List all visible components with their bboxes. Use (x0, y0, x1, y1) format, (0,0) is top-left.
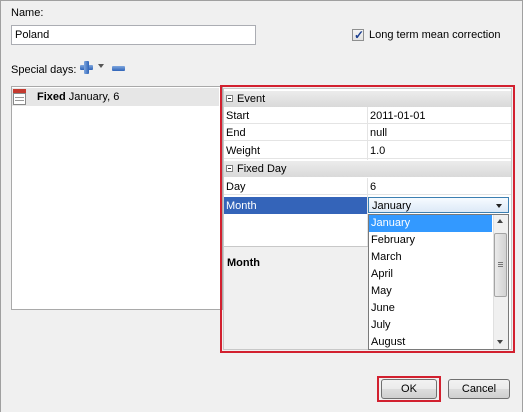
list-item-text: Fixed January, 6 (37, 91, 119, 103)
cancel-button[interactable]: Cancel (448, 379, 510, 399)
window-border-top (0, 0, 523, 1)
plus-icon[interactable] (80, 61, 93, 74)
window-border-left (0, 0, 1, 412)
minus-icon[interactable] (112, 66, 125, 71)
name-input[interactable] (11, 25, 256, 45)
checkmark-icon: ✓ (353, 28, 365, 42)
long-term-mean-checkbox[interactable]: ✓ (352, 28, 365, 42)
special-days-label: Special days: (11, 64, 77, 76)
annotation-highlight-box (220, 85, 515, 353)
calendar-icon (13, 89, 26, 105)
name-label: Name: (11, 7, 44, 19)
list-item-detail: January, 6 (68, 91, 120, 103)
dropdown-arrow-icon[interactable] (98, 64, 104, 68)
annotation-highlight-box (377, 376, 441, 402)
special-days-list[interactable] (11, 86, 223, 310)
long-term-mean-label: Long term mean correction (369, 29, 501, 41)
list-item-kind: Fixed (37, 91, 66, 103)
